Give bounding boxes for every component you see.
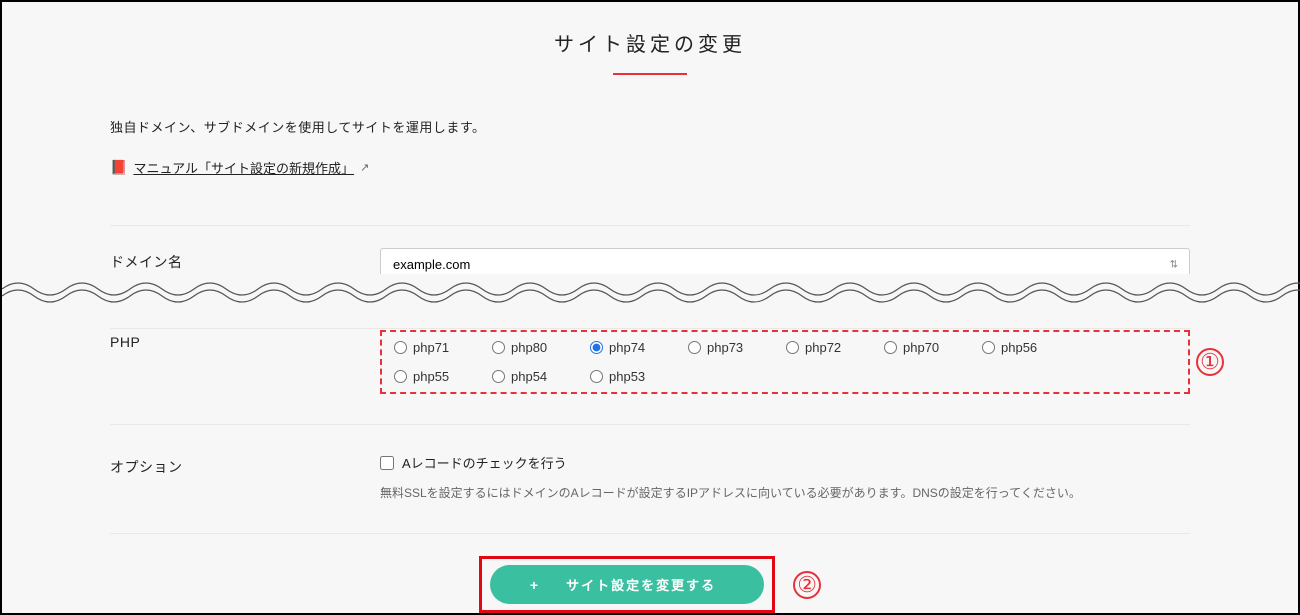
php-radio-label: php54 xyxy=(511,369,547,384)
php-radio-php56[interactable]: php56 xyxy=(982,340,1080,355)
php-radio-label: php80 xyxy=(511,340,547,355)
a-record-checkbox-text: Aレコードのチェックを行う xyxy=(402,453,567,472)
php-radio-label: php70 xyxy=(903,340,939,355)
php-radio-input-php56[interactable] xyxy=(982,341,995,354)
php-row: PHP php71php80php74php73php72php70php56p… xyxy=(110,306,1190,425)
book-icon: 📕 xyxy=(110,159,127,176)
wavy-cut-decoration xyxy=(2,274,1298,304)
annotation-marker-1: ① xyxy=(1196,348,1224,376)
option-note: 無料SSLを設定するにはドメインのAレコードが設定するIPアドレスに向いている必… xyxy=(380,484,1190,503)
intro-text: 独自ドメイン、サブドメインを使用してサイトを運用します。 xyxy=(110,117,1190,136)
php-radio-label: php73 xyxy=(707,340,743,355)
php-radio-label: php56 xyxy=(1001,340,1037,355)
php-radio-label: php53 xyxy=(609,369,645,384)
submit-button-label: サイト設定を変更する xyxy=(566,575,716,594)
php-label: PHP xyxy=(110,330,380,350)
php-radio-input-php54[interactable] xyxy=(492,370,505,383)
submit-red-highlight: + サイト設定を変更する xyxy=(479,556,775,613)
php-radio-php73[interactable]: php73 xyxy=(688,340,786,355)
title-underline xyxy=(613,73,687,75)
external-link-icon: ↗ xyxy=(360,161,369,174)
manual-link-text[interactable]: マニュアル「サイト設定の新規作成」 xyxy=(133,158,354,177)
page-title: サイト設定の変更 xyxy=(2,28,1298,57)
php-radio-php54[interactable]: php54 xyxy=(492,369,590,384)
plus-icon: + xyxy=(530,577,540,593)
php-radio-php71[interactable]: php71 xyxy=(394,340,492,355)
php-radio-input-php74[interactable] xyxy=(590,341,603,354)
php-radio-php55[interactable]: php55 xyxy=(394,369,492,384)
option-label: オプション xyxy=(110,453,380,477)
option-row: オプション Aレコードのチェックを行う 無料SSLを設定するにはドメインのAレコ… xyxy=(110,425,1190,534)
domain-label: ドメイン名 xyxy=(110,248,380,272)
php-radio-php53[interactable]: php53 xyxy=(590,369,688,384)
php-radio-php72[interactable]: php72 xyxy=(786,340,884,355)
php-radio-php74[interactable]: php74 xyxy=(590,340,688,355)
php-radio-label: php72 xyxy=(805,340,841,355)
php-radio-input-php55[interactable] xyxy=(394,370,407,383)
php-radio-php70[interactable]: php70 xyxy=(884,340,982,355)
php-radio-input-php70[interactable] xyxy=(884,341,897,354)
a-record-checkbox-label[interactable]: Aレコードのチェックを行う xyxy=(380,453,1190,472)
php-radio-input-php53[interactable] xyxy=(590,370,603,383)
submit-button[interactable]: + サイト設定を変更する xyxy=(490,565,764,604)
php-radio-input-php80[interactable] xyxy=(492,341,505,354)
php-radio-label: php71 xyxy=(413,340,449,355)
php-radio-input-php72[interactable] xyxy=(786,341,799,354)
php-dashed-highlight: php71 php80 php74 php73 php72 php70 php56 php55… xyxy=(380,330,1190,394)
a-record-checkbox[interactable] xyxy=(380,456,394,470)
manual-link[interactable]: 📕 マニュアル「サイト設定の新規作成」 ↗ xyxy=(110,158,369,177)
php-radio-input-php73[interactable] xyxy=(688,341,701,354)
php-radio-label: php55 xyxy=(413,369,449,384)
php-radio-input-php71[interactable] xyxy=(394,341,407,354)
annotation-marker-2: ② xyxy=(793,571,821,599)
php-radio-php80[interactable]: php80 xyxy=(492,340,590,355)
php-radio-label: php74 xyxy=(609,340,645,355)
